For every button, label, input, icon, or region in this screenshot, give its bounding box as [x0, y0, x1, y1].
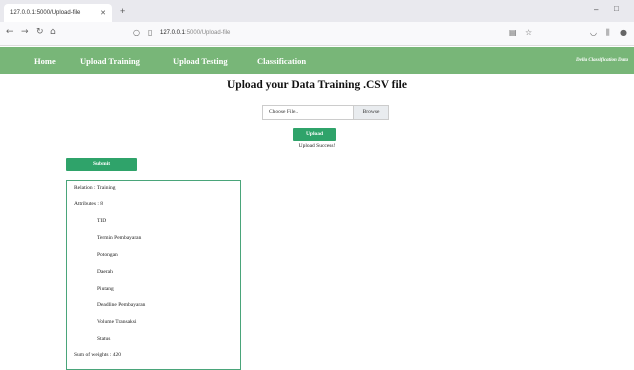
- page-title: Upload your Data Training .CSV file: [227, 79, 407, 91]
- minimize-icon[interactable]: –: [594, 5, 598, 14]
- browser-navigation-bar: ← → ↻ ⌂ ○ ▯ 127.0.0.1:5000/Upload-file ▤…: [0, 22, 634, 46]
- home-icon[interactable]: ⌂: [50, 27, 56, 37]
- url-bar[interactable]: 127.0.0.1:5000/Upload-file: [160, 30, 230, 36]
- menu-upload-testing[interactable]: Upload Testing: [173, 56, 228, 66]
- attribute-item: Daerah: [97, 269, 113, 275]
- attribute-item: Termin Pembayaran: [97, 235, 142, 241]
- menu-classification[interactable]: Classification: [257, 56, 306, 66]
- url-path: :5000/Upload-file: [185, 30, 231, 36]
- attribute-item: Volume Transaksi: [97, 319, 137, 325]
- back-arrow-icon[interactable]: ←: [6, 27, 14, 37]
- attribute-item: Deadline Pembayaran: [97, 302, 146, 308]
- pocket-icon[interactable]: ◡: [590, 28, 597, 37]
- menu-upload-training[interactable]: Upload Training: [80, 56, 140, 66]
- relation-text: Relation : Training: [74, 185, 116, 191]
- upload-button[interactable]: Upload: [293, 128, 336, 141]
- submit-button[interactable]: Submit: [66, 158, 137, 171]
- library-icon[interactable]: ⫼: [606, 28, 610, 38]
- attribute-item: TID: [97, 218, 107, 224]
- app-menu-bar: Home Upload Training Upload Testing Clas…: [0, 47, 634, 74]
- url-host: 127.0.0.1: [160, 30, 186, 36]
- window-control-icon[interactable]: □: [614, 4, 619, 13]
- close-icon[interactable]: ✕: [100, 9, 106, 17]
- attributes-count: Attributes : 8: [74, 201, 104, 207]
- forward-arrow-icon[interactable]: →: [21, 27, 29, 37]
- browser-tab-title: 127.0.0.1:5000/Upload-file: [10, 10, 81, 16]
- sum-of-weights: Sum of weights : 420: [74, 352, 122, 358]
- menu-home[interactable]: Home: [34, 56, 56, 66]
- brand-label: Della Classification Data: [576, 58, 628, 63]
- browser-tab-bar: 127.0.0.1:5000/Upload-file ✕ + – □: [0, 0, 634, 22]
- attribute-item: Status: [97, 336, 111, 342]
- file-input[interactable]: Choose File.. Browse: [262, 105, 389, 120]
- page-icon[interactable]: ▯: [148, 28, 152, 37]
- browse-button[interactable]: Browse: [353, 106, 388, 119]
- reload-icon[interactable]: ↻: [36, 27, 44, 37]
- result-panel: Relation : Training Attributes : 8 TID T…: [66, 180, 241, 370]
- extension-icon[interactable]: ●: [620, 28, 627, 37]
- attribute-item: Piutang: [97, 286, 114, 292]
- star-icon[interactable]: ☆: [525, 28, 532, 37]
- shield-icon[interactable]: ○: [133, 28, 140, 37]
- file-input-placeholder: Choose File..: [269, 109, 299, 115]
- upload-status-text: Upload Success!: [298, 143, 336, 149]
- reader-mode-icon[interactable]: ▤: [509, 28, 517, 37]
- browser-tab[interactable]: 127.0.0.1:5000/Upload-file ✕: [4, 4, 112, 22]
- new-tab-icon[interactable]: +: [120, 6, 125, 16]
- attribute-item: Potongan: [97, 252, 118, 258]
